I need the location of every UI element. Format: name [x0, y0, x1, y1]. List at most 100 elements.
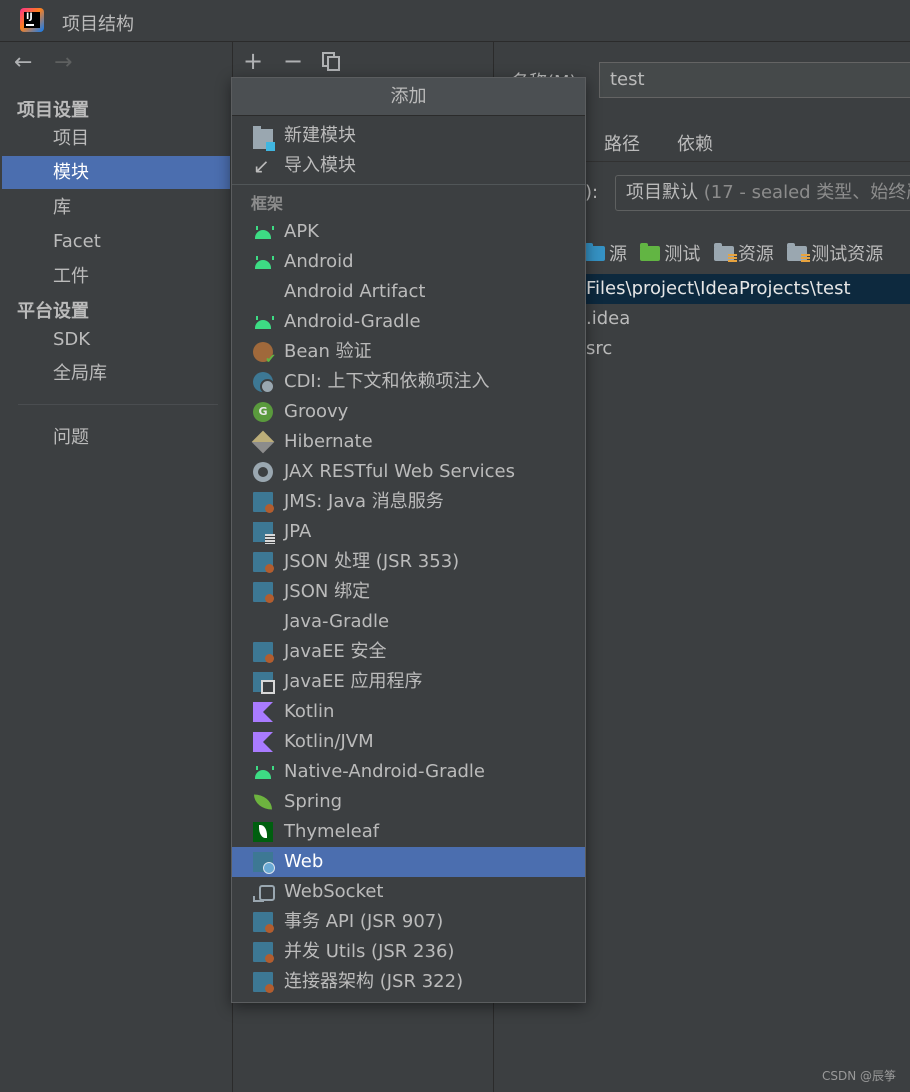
menu-item-label: JavaEE 应用程序 — [284, 671, 423, 692]
menu-item-groovy[interactable]: G Groovy — [232, 397, 585, 427]
sidebar: ← → 项目设置 项目 模块 库 Facet 工件 平台设置 SDK 全局库 问… — [0, 42, 232, 1092]
menu-item-android[interactable]: Android — [232, 247, 585, 277]
android-icon — [253, 762, 274, 782]
content-root-tree: Files\project\IdeaProjects\test .idea sr… — [581, 274, 910, 994]
group-label-frameworks: 框架 — [251, 194, 284, 213]
menu-item-label: Thymeleaf — [284, 821, 380, 842]
menu-item-hibernate[interactable]: Hibernate — [232, 427, 585, 457]
javaee-icon — [253, 972, 274, 993]
mark-test-resources-button[interactable]: 测试资源 — [787, 242, 883, 268]
menu-item-label: JAX RESTful Web Services — [284, 461, 515, 482]
menu-item-label: 导入模块 — [284, 155, 356, 176]
test-resource-folder-icon — [787, 243, 811, 263]
menu-item-json-binding[interactable]: JSON 绑定 — [232, 577, 585, 607]
menu-item-new-module[interactable]: 新建模块 — [232, 121, 585, 151]
menu-item-jax-rs[interactable]: JAX RESTful Web Services — [232, 457, 585, 487]
mark-sources-button[interactable]: 源 — [585, 242, 627, 268]
intellij-logo-icon: IJ — [20, 8, 44, 32]
tree-row[interactable]: .idea — [581, 304, 910, 334]
module-name-input[interactable]: test — [599, 62, 910, 98]
copy-icon[interactable] — [321, 50, 341, 76]
section-platform-settings: 平台设置 — [17, 301, 89, 322]
javaee-icon — [253, 552, 274, 573]
menu-item-json-processing[interactable]: JSON 处理 (JSR 353) — [232, 547, 585, 577]
language-level-detail: (17 - sealed 类型、始终严 — [698, 182, 910, 203]
kotlin-icon — [253, 702, 273, 722]
menu-item-label: WebSocket — [284, 881, 384, 902]
sidebar-item-global-libraries[interactable]: 全局库 — [2, 357, 230, 390]
menu-item-label: JSON 处理 (JSR 353) — [284, 551, 460, 572]
watermark: CSDN @辰筝 — [821, 1069, 896, 1083]
import-module-icon: ↙ — [253, 154, 270, 178]
menu-item-connector-architecture[interactable]: 连接器架构 (JSR 322) — [232, 967, 585, 997]
mark-tests-button[interactable]: 测试 — [640, 242, 700, 268]
menu-item-import-module[interactable]: ↙ 导入模块 — [232, 151, 585, 181]
menu-item-android-gradle[interactable]: Android-Gradle — [232, 307, 585, 337]
add-popup-menu: 添加 新建模块 ↙ 导入模块 框架 APK Android Android Ar… — [231, 77, 586, 1003]
menu-item-android-artifact[interactable]: Android Artifact — [232, 277, 585, 307]
menu-item-native-android-gradle[interactable]: Native-Android-Gradle — [232, 757, 585, 787]
popup-divider — [232, 184, 585, 185]
hibernate-icon — [251, 430, 275, 454]
menu-item-label: Android — [284, 251, 354, 272]
websocket-icon — [253, 882, 275, 902]
arrow-left-icon[interactable]: ← — [14, 52, 32, 74]
sidebar-item-libraries[interactable]: 库 — [2, 191, 230, 224]
sidebar-item-problems[interactable]: 问题 — [2, 421, 230, 454]
tree-row[interactable]: src — [581, 334, 910, 364]
android-icon — [253, 312, 274, 332]
menu-item-label: 连接器架构 (JSR 322) — [284, 971, 464, 992]
section-project-settings: 项目设置 — [17, 100, 89, 121]
globe-icon — [253, 462, 273, 482]
add-button[interactable]: + — [243, 48, 263, 74]
menu-item-label: Java-Gradle — [284, 611, 390, 632]
menu-item-label: 事务 API (JSR 907) — [284, 911, 444, 932]
kotlin-icon — [253, 732, 273, 752]
android-icon — [253, 222, 274, 242]
menu-item-apk[interactable]: APK — [232, 217, 585, 247]
mark-resources-label: 资源 — [737, 244, 774, 265]
menu-item-transaction-api[interactable]: 事务 API (JSR 907) — [232, 907, 585, 937]
mark-resources-button[interactable]: 资源 — [713, 242, 774, 268]
sidebar-item-project[interactable]: 项目 — [2, 122, 230, 155]
menu-item-spring[interactable]: Spring — [232, 787, 585, 817]
arrow-right-icon[interactable]: → — [54, 52, 72, 74]
menu-item-label: CDI: 上下文和依赖项注入 — [284, 371, 490, 392]
android-icon — [253, 252, 274, 272]
menu-item-kotlin-jvm[interactable]: Kotlin/JVM — [232, 727, 585, 757]
sidebar-item-facet[interactable]: Facet — [2, 225, 230, 258]
menu-item-javaee-application[interactable]: JavaEE 应用程序 — [232, 667, 585, 697]
popup-title: 添加 — [232, 78, 585, 116]
tab-dependencies[interactable]: 依赖 — [677, 130, 713, 156]
menu-item-label: Android-Gradle — [284, 311, 421, 332]
menu-item-jpa[interactable]: JPA — [232, 517, 585, 547]
menu-item-bean-validation[interactable]: Bean 验证 — [232, 337, 585, 367]
tree-row[interactable]: Files\project\IdeaProjects\test — [581, 274, 910, 304]
sidebar-item-modules[interactable]: 模块 — [2, 156, 230, 189]
menu-item-concurrency-utils[interactable]: 并发 Utils (JSR 236) — [232, 937, 585, 967]
menu-item-label: 新建模块 — [284, 125, 356, 146]
menu-item-label: 并发 Utils (JSR 236) — [284, 941, 455, 962]
javaee-icon — [253, 582, 274, 603]
sidebar-item-sdk[interactable]: SDK — [2, 323, 230, 356]
menu-item-websocket[interactable]: WebSocket — [232, 877, 585, 907]
menu-item-label: Android Artifact — [284, 281, 426, 302]
menu-item-javaee-security[interactable]: JavaEE 安全 — [232, 637, 585, 667]
menu-item-thymeleaf[interactable]: Thymeleaf — [232, 817, 585, 847]
sidebar-item-artifacts[interactable]: 工件 — [2, 260, 230, 293]
thymeleaf-icon — [253, 822, 273, 842]
resource-folder-icon — [713, 243, 737, 263]
remove-button[interactable]: − — [283, 48, 303, 74]
tab-paths[interactable]: 路径 — [604, 130, 640, 156]
menu-item-web[interactable]: Web — [232, 847, 585, 877]
menu-item-jms[interactable]: JMS: Java 消息服务 — [232, 487, 585, 517]
menu-item-kotlin[interactable]: Kotlin — [232, 697, 585, 727]
menu-item-cdi[interactable]: CDI: 上下文和依赖项注入 — [232, 367, 585, 397]
language-level-select[interactable]: 项目默认 (17 - sealed 类型、始终严 — [615, 175, 910, 211]
menu-item-label: Groovy — [284, 401, 349, 422]
menu-item-label: Native-Android-Gradle — [284, 761, 486, 782]
jpa-icon — [253, 522, 275, 544]
menu-item-java-gradle[interactable]: Java-Gradle — [232, 607, 585, 637]
menu-item-label: Kotlin — [284, 701, 335, 722]
title-bar: IJ 项目结构 — [0, 0, 910, 42]
